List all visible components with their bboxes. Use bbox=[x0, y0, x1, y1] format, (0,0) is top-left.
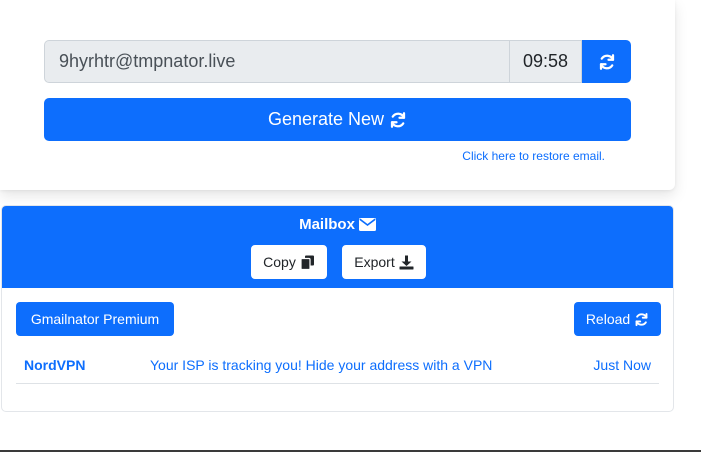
copy-icon bbox=[300, 255, 315, 270]
email-input-group: 09:58 bbox=[44, 40, 631, 83]
reload-button[interactable]: Reload bbox=[574, 302, 661, 336]
copy-label: Copy bbox=[263, 254, 296, 270]
refresh-email-button[interactable] bbox=[582, 40, 631, 83]
refresh-icon bbox=[634, 312, 649, 327]
message-time: Just Now bbox=[593, 357, 651, 373]
email-generator-card: 09:58 Generate New Click here to rest bbox=[0, 0, 675, 190]
refresh-icon bbox=[389, 111, 407, 129]
expiry-timer: 09:58 bbox=[509, 40, 582, 83]
restore-email-link[interactable]: Click here to restore email. bbox=[462, 149, 605, 163]
mailbox-card: Mailbox Copy Export Gmailnator Premium R… bbox=[1, 205, 674, 412]
email-address-field[interactable] bbox=[44, 40, 509, 83]
refresh-icon bbox=[598, 53, 616, 71]
message-subject: Your ISP is tracking you! Hide your addr… bbox=[150, 357, 493, 373]
mailbox-title: Mailbox bbox=[2, 216, 673, 233]
premium-button[interactable]: Gmailnator Premium bbox=[16, 302, 174, 336]
generate-new-button[interactable]: Generate New bbox=[44, 98, 631, 141]
download-icon bbox=[399, 255, 414, 270]
mailbox-header: Mailbox Copy Export bbox=[2, 206, 673, 288]
generate-new-label: Generate New bbox=[267, 109, 385, 129]
copy-button[interactable]: Copy bbox=[251, 245, 327, 279]
envelope-icon bbox=[358, 218, 376, 231]
message-sender: NordVPN bbox=[24, 357, 86, 373]
export-label: Export bbox=[354, 254, 395, 270]
reload-label: Reload bbox=[585, 311, 631, 327]
message-row[interactable]: NordVPN Your ISP is tracking you! Hide y… bbox=[16, 350, 659, 384]
mailbox-title-text: Mailbox bbox=[299, 216, 355, 233]
export-button[interactable]: Export bbox=[342, 245, 426, 279]
